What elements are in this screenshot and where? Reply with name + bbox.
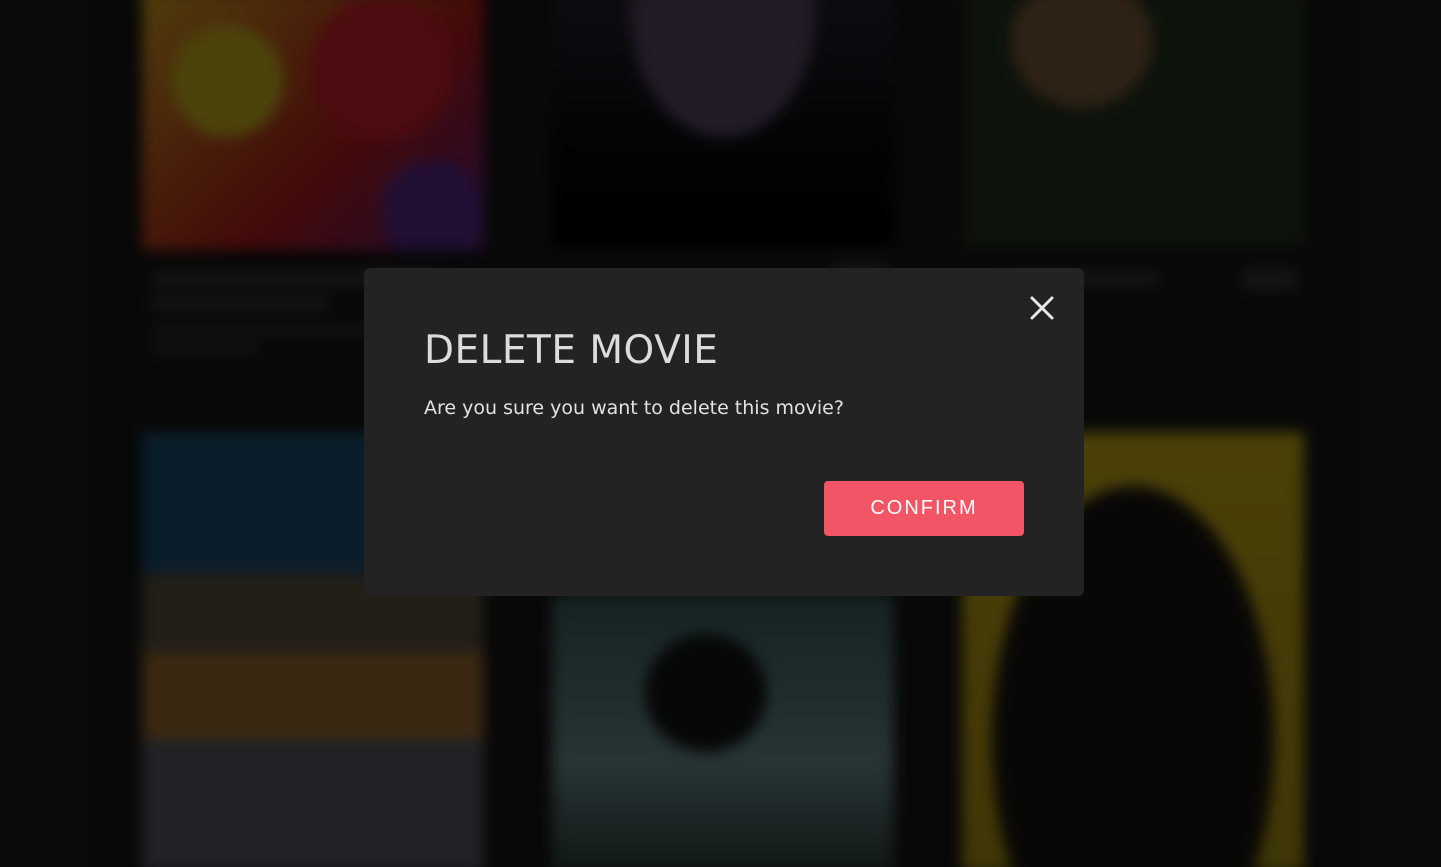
close-icon[interactable]	[1026, 292, 1058, 324]
page: DELETE MOVIE Are you sure you want to de…	[0, 0, 1441, 867]
dialog-message: Are you sure you want to delete this mov…	[424, 397, 844, 419]
dialog-title: DELETE MOVIE	[424, 328, 719, 373]
delete-movie-dialog: DELETE MOVIE Are you sure you want to de…	[364, 268, 1084, 596]
confirm-button[interactable]: CONFIRM	[824, 481, 1024, 536]
